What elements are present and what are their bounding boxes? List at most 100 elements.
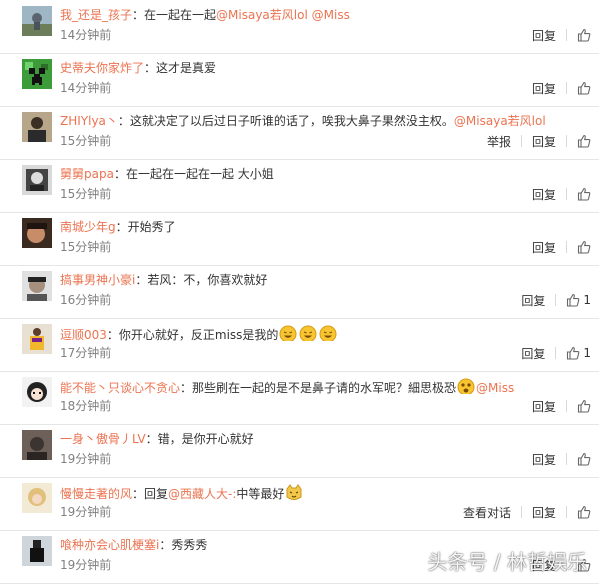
reply-link[interactable]: 回复 (532, 451, 556, 468)
mention-link[interactable]: @西藏人大-: (168, 487, 236, 500)
like-button[interactable] (577, 399, 591, 413)
comment-text: ：这就决定了以后过日子听谁的话了，唉我大鼻子果然没主权。 (117, 114, 454, 128)
timestamp: 14分钟前 (60, 81, 112, 95)
username-link[interactable]: 搞事男神小豪i (60, 273, 135, 287)
reply-link[interactable]: 回复 (532, 186, 556, 203)
divider (566, 188, 567, 200)
like-count: 1 (583, 346, 591, 360)
username-link[interactable]: 我_还是_孩子 (60, 8, 132, 22)
username-link[interactable]: 逗顺003 (60, 328, 107, 341)
laugh-emoji-icon (279, 325, 297, 341)
like-button[interactable] (577, 452, 591, 466)
username-link[interactable]: 慢慢走著的风 (60, 487, 132, 500)
like-count: 1 (583, 293, 591, 307)
watermark: 头条号 / 林哲娱乐 (427, 550, 587, 574)
timestamp: 15分钟前 (60, 134, 112, 148)
comment-text: ：错，是你开心就好 (145, 432, 254, 446)
mention-link[interactable]: @Miss (476, 381, 514, 394)
divider (566, 400, 567, 412)
comment-text: ：你开心就好，反正miss是我的 (106, 328, 279, 341)
avatar[interactable] (22, 430, 52, 460)
divider (520, 506, 522, 518)
timestamp: 19分钟前 (60, 558, 112, 572)
comment-content: ZHIYlya丶：这就决定了以后过日子听谁的话了，唉我大鼻子果然没主权。@Mis… (60, 113, 591, 129)
username-link[interactable]: 舅舅papa (60, 167, 114, 181)
mention-link[interactable]: @Misaya若风lol (216, 8, 308, 22)
thumbs-up-icon (577, 134, 591, 148)
comment-actions: 回复 1 (521, 345, 591, 361)
mention-link[interactable]: @Miss (312, 8, 350, 22)
reply-link[interactable]: 回复 (532, 27, 556, 44)
username-link[interactable]: 南城少年g (60, 220, 116, 234)
comment-item: 能不能丶只谈心不贪心：那些刷在一起的是不是鼻子请的水军呢？細思极恐 @Miss 18… (0, 371, 599, 425)
thumbs-up-icon (577, 28, 591, 42)
thumbs-up-icon (566, 293, 580, 307)
avatar[interactable] (22, 271, 52, 301)
comment-text-after: 中等最好 (236, 487, 285, 500)
comment-item: 搞事男神小豪i：若风：不，你喜欢就好 16分钟前 回复 1 (0, 265, 599, 319)
comment-text: ：秀秀秀 (159, 538, 208, 552)
timestamp: 17分钟前 (60, 346, 112, 360)
divider (520, 135, 522, 147)
comment-actions: 回复 (532, 451, 591, 467)
comment-content: 能不能丶只谈心不贪心：那些刷在一起的是不是鼻子请的水军呢？細思极恐 @Miss (60, 378, 591, 394)
comment-content: 舅舅papa：在一起在一起在一起 大小姐 (60, 166, 591, 182)
like-button[interactable]: 1 (566, 346, 591, 360)
reply-link[interactable]: 回复 (521, 345, 545, 362)
timestamp: 14分钟前 (60, 28, 112, 42)
username-link[interactable]: 能不能丶只谈心不贪心 (60, 381, 180, 394)
avatar[interactable] (22, 377, 52, 407)
thumbs-up-icon (577, 505, 591, 519)
reply-link[interactable]: 回复 (532, 80, 556, 97)
comment-text: ：这才是真爱 (144, 61, 217, 75)
reply-link[interactable]: 回复 (532, 504, 556, 521)
like-button[interactable] (577, 134, 591, 148)
username-link[interactable]: 史蒂夫你家炸了 (60, 61, 144, 75)
reply-link[interactable]: 回复 (532, 239, 556, 256)
avatar[interactable] (22, 536, 52, 566)
cat-emoji-icon (285, 484, 303, 500)
comment-content: 搞事男神小豪i：若风：不，你喜欢就好 (60, 272, 591, 288)
comment-item: 史蒂夫你家炸了：这才是真爱 14分钟前 回复 (0, 53, 599, 107)
like-button[interactable] (577, 505, 591, 519)
avatar[interactable] (22, 324, 52, 354)
reply-link[interactable]: 回复 (532, 133, 556, 150)
like-button[interactable] (577, 240, 591, 254)
comment-content: 慢慢走著的风：回复@西藏人大-:中等最好 (60, 484, 591, 500)
like-button[interactable] (577, 28, 591, 42)
avatar[interactable] (22, 165, 52, 195)
username-link[interactable]: ZHIYlya丶 (60, 114, 118, 128)
like-button[interactable] (577, 81, 591, 95)
thumbs-up-icon (577, 240, 591, 254)
username-link[interactable]: 一身丶傲骨丿LV (60, 432, 146, 446)
avatar[interactable] (22, 6, 52, 36)
avatar[interactable] (22, 483, 52, 513)
thumbs-up-icon (577, 81, 591, 95)
avatar[interactable] (22, 112, 52, 142)
view-conversation-link[interactable]: 查看对话 (463, 504, 511, 521)
report-link[interactable]: 举报 (487, 133, 511, 150)
thumbs-up-icon (577, 452, 591, 466)
mention-link[interactable]: @Misaya若风lol (454, 114, 546, 128)
timestamp: 18分钟前 (60, 399, 112, 413)
reply-link[interactable]: 回复 (532, 398, 556, 415)
laugh-emoji-icon (299, 325, 317, 341)
timestamp: 19分钟前 (60, 505, 112, 519)
comment-actions: 举报 回复 (487, 133, 591, 149)
username-link[interactable]: 喰种亦会心肌梗塞i (60, 538, 159, 552)
divider (566, 506, 567, 518)
comment-content: 一身丶傲骨丿LV：错，是你开心就好 (60, 431, 591, 447)
comment-actions: 回复 1 (521, 292, 591, 308)
divider (566, 241, 567, 253)
comment-actions: 回复 (532, 239, 591, 255)
timestamp: 15分钟前 (60, 240, 112, 254)
comment-item: 舅舅papa：在一起在一起在一起 大小姐 15分钟前 回复 (0, 159, 599, 213)
like-button[interactable] (577, 187, 591, 201)
avatar[interactable] (22, 59, 52, 89)
comment-item: 南城少年g：开始秀了 15分钟前 回复 (0, 212, 599, 266)
comment-actions: 回复 (532, 27, 591, 43)
reply-link[interactable]: 回复 (521, 292, 545, 309)
avatar[interactable] (22, 218, 52, 248)
like-button[interactable]: 1 (566, 293, 591, 307)
comment-actions: 回复 (532, 398, 591, 414)
